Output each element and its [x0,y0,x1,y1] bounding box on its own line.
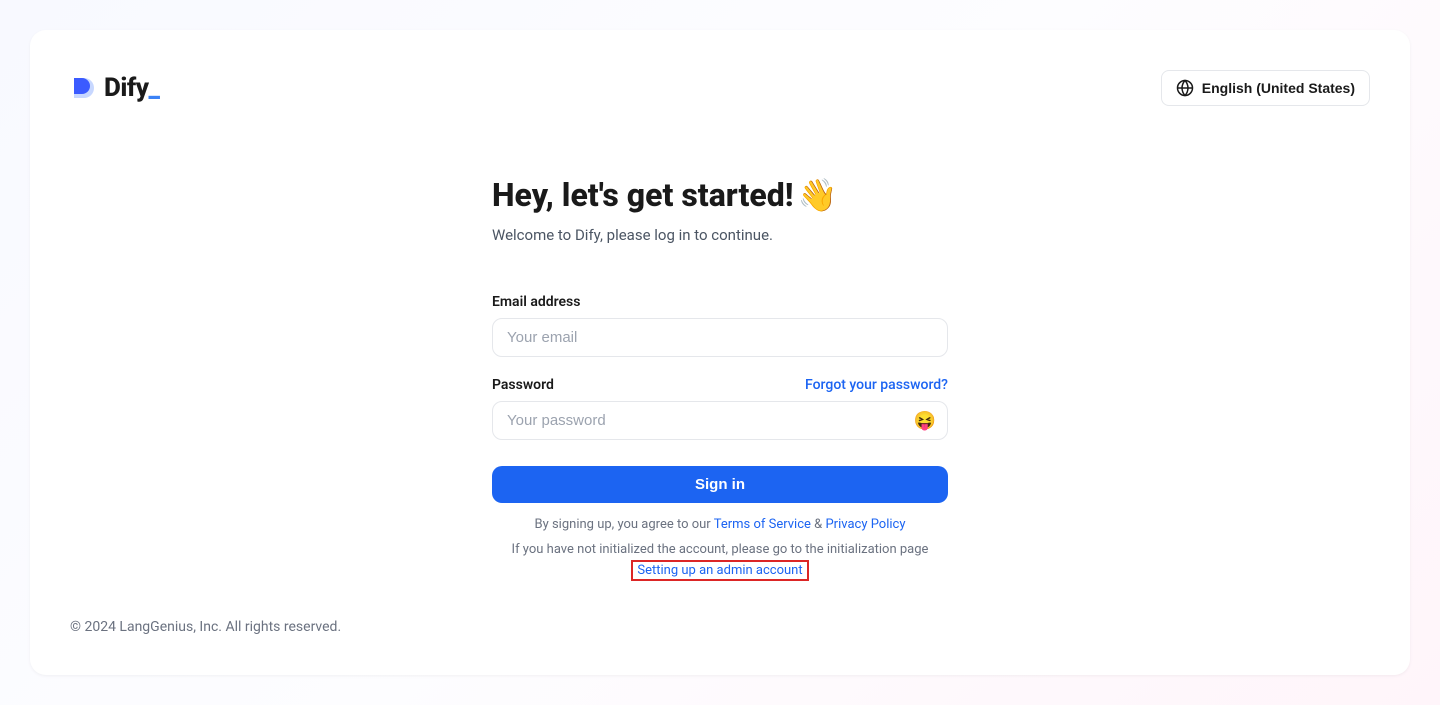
forgot-password-link[interactable]: Forgot your password? [805,377,948,393]
dify-logo-icon [70,76,94,100]
title-text: Hey, let's get started! [492,176,794,214]
password-label: Password [492,377,554,393]
signin-button[interactable]: Sign in [492,466,948,503]
email-input[interactable] [492,318,948,357]
wave-emoji-icon: 👋 [798,176,838,214]
password-input-wrapper: 😝 [492,401,948,440]
agreement-and: & [811,517,826,532]
header-row: Dify_ English (United States) [70,70,1370,106]
login-card: Dify_ English (United States) Hey, let's… [30,30,1410,675]
agreement-prefix: By signing up, you agree to our [535,517,714,532]
email-group: Email address [492,294,948,357]
setup-admin-link[interactable]: Setting up an admin account [631,560,808,581]
toggle-password-visibility-icon[interactable]: 😝 [914,410,936,431]
terms-link[interactable]: Terms of Service [714,517,811,532]
password-group: Password Forgot your password? 😝 [492,377,948,440]
agreement-text: By signing up, you agree to our Terms of… [492,517,948,532]
language-label: English (United States) [1202,80,1355,96]
globe-icon [1176,79,1194,97]
init-text: If you have not initialized the account,… [492,540,948,582]
logo: Dify_ [70,73,160,103]
main-content: Hey, let's get started! 👋 Welcome to Dif… [492,176,948,582]
subtitle: Welcome to Dify, please log in to contin… [492,226,948,244]
logo-text: Dify_ [104,73,160,103]
page-title: Hey, let's get started! 👋 [492,176,948,214]
password-input[interactable] [492,401,948,440]
language-selector[interactable]: English (United States) [1161,70,1370,106]
logo-cursor: _ [149,73,160,103]
email-label: Email address [492,294,580,310]
footer-copyright: © 2024 LangGenius, Inc. All rights reser… [70,619,341,635]
init-prefix: If you have not initialized the account,… [512,542,929,557]
brand-name: Dify [104,73,149,103]
privacy-link[interactable]: Privacy Policy [825,517,905,532]
